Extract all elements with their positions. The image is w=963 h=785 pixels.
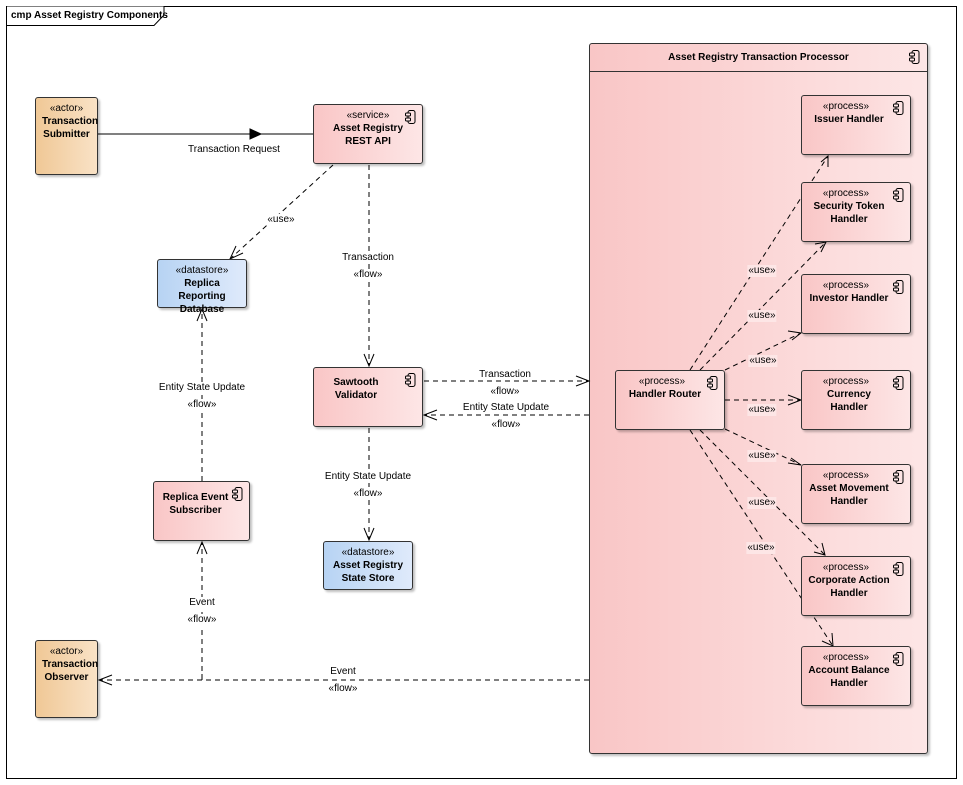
component-issuer-handler[interactable]: «process» Issuer Handler <box>801 95 911 155</box>
node-name: Replica Reporting <box>178 278 226 302</box>
label-event-to-subscriber-stereo: «flow» <box>187 614 217 626</box>
component-icon <box>707 376 718 390</box>
component-investor-handler[interactable]: «process» Investor Handler <box>801 274 911 334</box>
node-name: REST API <box>345 136 391 147</box>
node-name: State Store <box>341 573 395 584</box>
label-validator-to-router-name: Transaction <box>479 369 531 380</box>
component-account-balance-handler[interactable]: «process» Account Balance Handler <box>801 646 911 706</box>
node-name: Handler <box>830 588 868 599</box>
label-router-to-validator-name: Entity State Update <box>462 402 550 413</box>
component-icon <box>893 280 904 294</box>
label-use-security-token: «use» <box>747 310 777 322</box>
component-replica-event-subscriber[interactable]: Replica Event Subscriber <box>153 481 250 541</box>
node-name: Database <box>179 304 225 315</box>
label-use-asset-movement: «use» <box>747 450 777 462</box>
label-event-to-observer-name: Event <box>330 666 356 677</box>
label-transaction-request: Transaction Request <box>188 144 280 155</box>
component-security-token-handler[interactable]: «process» Security Token Handler <box>801 182 911 242</box>
label-api-to-validator-name: Transaction <box>342 252 394 264</box>
component-asset-movement-handler[interactable]: «process» Asset Movement Handler <box>801 464 911 524</box>
component-icon <box>893 470 904 484</box>
node-name: Transaction <box>42 659 99 670</box>
connector-arrowhead <box>249 128 263 140</box>
node-name: Observer <box>44 672 89 683</box>
component-icon <box>893 562 904 576</box>
component-corporate-action-handler[interactable]: «process» Corporate Action Handler <box>801 556 911 616</box>
component-icon <box>405 110 416 124</box>
stereotype: «datastore» <box>175 265 229 276</box>
node-name: Handler <box>830 214 868 225</box>
label-subscriber-to-db-stereo: «flow» <box>187 399 217 411</box>
component-icon <box>893 188 904 202</box>
label-use-account-balance: «use» <box>746 542 776 554</box>
component-icon <box>893 652 904 666</box>
component-icon <box>232 487 243 501</box>
datastore-replica-reporting-database[interactable]: «datastore» Replica Reporting Database <box>157 259 247 315</box>
node-name: Subscriber <box>169 505 222 516</box>
label-validator-to-router-stereo: «flow» <box>490 386 520 397</box>
stereotype: «actor» <box>49 646 84 657</box>
node-name: Handler <box>830 678 868 689</box>
actor-transaction-observer[interactable]: «actor» Transaction Observer <box>35 640 98 718</box>
node-name: Currency Handler <box>827 389 871 413</box>
component-asset-registry-rest-api[interactable]: «service» Asset Registry REST API <box>313 104 423 164</box>
node-name: Asset Registry <box>332 560 404 571</box>
component-icon <box>893 376 904 390</box>
component-sawtooth-validator[interactable]: Sawtooth Validator <box>313 367 423 427</box>
component-icon <box>405 373 416 387</box>
connector-api-uses-db[interactable] <box>229 164 334 260</box>
label-subscriber-to-db-name: Entity State Update <box>158 382 246 394</box>
label-use-corporate-action: «use» <box>747 497 777 509</box>
label-event-to-subscriber-name: Event <box>189 597 215 609</box>
component-handler-router[interactable]: «process» Handler Router <box>615 370 725 430</box>
label-router-to-validator-stereo: «flow» <box>491 419 521 430</box>
label-validator-to-store-name: Entity State Update <box>324 471 412 483</box>
label-api-uses-db: «use» <box>267 214 295 226</box>
node-name: Transaction <box>42 116 99 127</box>
label-use-investor: «use» <box>748 355 778 367</box>
stereotype: «actor» <box>49 103 84 114</box>
node-name: Handler <box>830 496 868 507</box>
label-use-currency: «use» <box>747 404 777 416</box>
label-validator-to-store-stereo: «flow» <box>353 488 383 500</box>
node-name: Validator <box>334 390 378 401</box>
component-icon <box>893 101 904 115</box>
component-currency-handler[interactable]: «process» Currency Handler <box>801 370 911 430</box>
stereotype: «datastore» <box>341 547 395 558</box>
label-use-issuer: «use» <box>747 265 777 277</box>
datastore-asset-registry-state-store[interactable]: «datastore» Asset Registry State Store <box>323 541 413 590</box>
node-name: Submitter <box>43 129 90 140</box>
label-event-to-observer-stereo: «flow» <box>328 683 358 694</box>
actor-transaction-submitter[interactable]: «actor» Transaction Submitter <box>35 97 98 175</box>
label-api-to-validator-stereo: «flow» <box>353 269 383 281</box>
